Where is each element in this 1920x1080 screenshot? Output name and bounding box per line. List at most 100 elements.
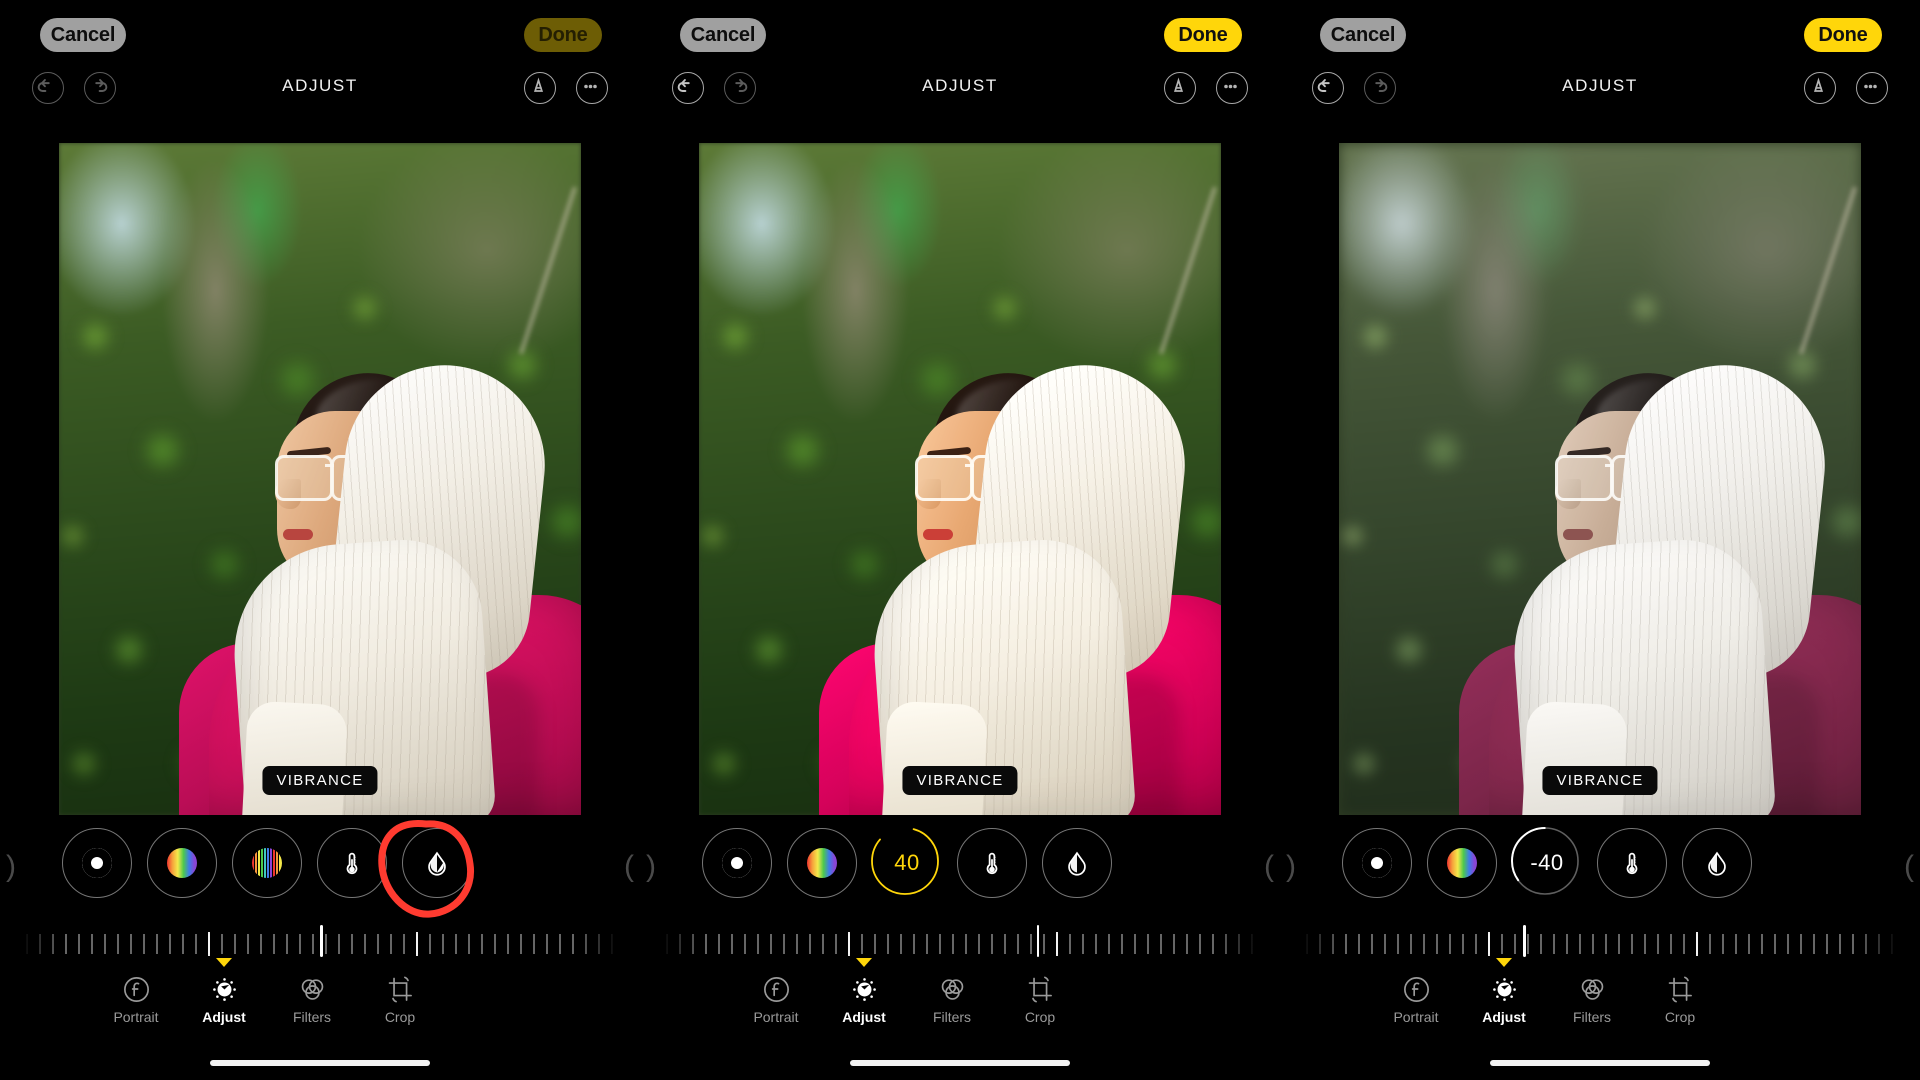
tab-label: Portrait: [113, 1009, 159, 1025]
top-bar: Cancel Done ADJUST: [640, 0, 1280, 112]
tab-adjust[interactable]: Adjust: [178, 958, 270, 1025]
tab-adjust[interactable]: Adjust: [1458, 958, 1550, 1025]
tool-tint[interactable]: [1042, 828, 1112, 898]
markup-pen-icon[interactable]: [1164, 72, 1196, 104]
cancel-button[interactable]: Cancel: [680, 18, 766, 52]
adjust-tool-row: ) 40 (: [640, 827, 1280, 914]
tab-portrait[interactable]: Portrait: [1370, 972, 1462, 1025]
tab-label: Portrait: [753, 1009, 799, 1025]
photo-subject: [59, 143, 581, 815]
tab-label: Adjust: [1482, 1009, 1526, 1025]
tab-label: Adjust: [842, 1009, 886, 1025]
top-bar: Cancel Done ADJUST: [0, 0, 640, 112]
value-slider-2[interactable]: [640, 924, 1280, 960]
tab-crop[interactable]: Crop: [994, 972, 1086, 1025]
tab-filters[interactable]: Filters: [266, 972, 358, 1025]
cancel-button[interactable]: Cancel: [1320, 18, 1406, 52]
markup-pen-icon[interactable]: [524, 72, 556, 104]
more-ellipsis-icon[interactable]: [1216, 72, 1248, 104]
adjust-dial-icon: [852, 977, 876, 1001]
adjust-dial-icon: [1492, 977, 1516, 1001]
tool-tint[interactable]: [402, 828, 472, 898]
active-tab-marker: [856, 958, 872, 967]
tab-portrait[interactable]: Portrait: [90, 972, 182, 1025]
tool-warmth[interactable]: [957, 828, 1027, 898]
tab-label: Crop: [1664, 1009, 1696, 1025]
slider-indicator[interactable]: [320, 925, 323, 957]
adjust-tool-row: ) -40 (: [1280, 827, 1920, 914]
brilliance-donut-icon: [1362, 848, 1392, 878]
done-button[interactable]: Done: [1804, 18, 1882, 52]
tint-droplet-icon: [1708, 851, 1726, 876]
done-button[interactable]: Done: [1164, 18, 1242, 52]
active-tab-marker: [216, 958, 232, 967]
tab-portrait[interactable]: Portrait: [730, 972, 822, 1025]
home-indicator: [210, 1060, 430, 1066]
tab-crop[interactable]: Crop: [1634, 972, 1726, 1025]
photo-subject: [1339, 143, 1861, 815]
home-indicator: [1490, 1060, 1710, 1066]
tab-crop[interactable]: Crop: [354, 972, 446, 1025]
tool-saturation[interactable]: [1427, 828, 1497, 898]
tab-label: Filters: [932, 1009, 972, 1025]
done-button[interactable]: Done: [524, 18, 602, 52]
slider-indicator[interactable]: [1036, 925, 1040, 957]
tab-filters[interactable]: Filters: [906, 972, 998, 1025]
photo-subject: [699, 143, 1221, 815]
tool-vibrance[interactable]: [232, 828, 302, 898]
photo-preview[interactable]: VIBRANCE: [699, 143, 1221, 815]
tool-saturation[interactable]: [787, 828, 857, 898]
adjustment-name-chip: VIBRANCE: [262, 766, 378, 795]
undo-arrow-icon[interactable]: [672, 72, 704, 104]
photo-editor-triptych: Cancel Done ADJUST VIBRANCE) (Portrait…: [0, 0, 1920, 1080]
redo-arrow-icon[interactable]: [724, 72, 756, 104]
tool-brilliance[interactable]: [1342, 828, 1412, 898]
tint-droplet-icon: [428, 851, 446, 876]
panel-2-vibrance-plus40: Cancel Done ADJUST VIBRANCE) 40 (Portr…: [640, 0, 1280, 1080]
adjust-tool-row: ) (: [0, 828, 640, 914]
saturation-gradient-icon: [807, 848, 837, 878]
saturation-gradient-icon: [1447, 848, 1477, 878]
markup-pen-icon[interactable]: [1804, 72, 1836, 104]
tool-warmth[interactable]: [1597, 828, 1667, 898]
photo-preview[interactable]: VIBRANCE: [59, 143, 581, 815]
tool-brilliance[interactable]: [702, 828, 772, 898]
home-indicator: [850, 1060, 1070, 1066]
slider-indicator[interactable]: [1523, 925, 1526, 957]
redo-arrow-icon[interactable]: [84, 72, 116, 104]
tab-label: Adjust: [202, 1009, 246, 1025]
cancel-button[interactable]: Cancel: [40, 18, 126, 52]
tab-label: Filters: [1572, 1009, 1612, 1025]
vibrance-stripes-icon: [252, 848, 282, 878]
warmth-thermometer-icon: [1626, 852, 1638, 875]
adjust-dial-icon: [212, 977, 236, 1001]
brilliance-donut-icon: [82, 848, 112, 878]
undo-arrow-icon[interactable]: [1312, 72, 1344, 104]
adjustment-name-chip: VIBRANCE: [902, 766, 1018, 795]
tool-brilliance[interactable]: [62, 828, 132, 898]
editor-tab-bar: Portrait Adjust Filters Crop: [1280, 958, 1920, 1044]
tab-filters[interactable]: Filters: [1546, 972, 1638, 1025]
photo-preview[interactable]: VIBRANCE: [1339, 143, 1861, 815]
tab-label: Crop: [1024, 1009, 1056, 1025]
panel-1-vibrance-default: Cancel Done ADJUST VIBRANCE) (Portrait…: [0, 0, 640, 1080]
value-slider-3[interactable]: [1280, 924, 1920, 960]
warmth-thermometer-icon: [346, 852, 358, 875]
tab-label: Filters: [292, 1009, 332, 1025]
tab-adjust[interactable]: Adjust: [818, 958, 910, 1025]
more-ellipsis-icon[interactable]: [1856, 72, 1888, 104]
tab-label: Crop: [384, 1009, 416, 1025]
saturation-gradient-icon: [167, 848, 197, 878]
tool-saturation[interactable]: [147, 828, 217, 898]
tool-tint[interactable]: [1682, 828, 1752, 898]
editor-tab-bar: Portrait Adjust Filters Crop: [0, 958, 640, 1044]
tool-vibrance[interactable]: -40: [1511, 827, 1582, 898]
adjustment-name-chip: VIBRANCE: [1542, 766, 1658, 795]
more-ellipsis-icon[interactable]: [576, 72, 608, 104]
tool-vibrance[interactable]: 40: [871, 827, 942, 898]
value-slider-1[interactable]: [0, 924, 640, 960]
tool-warmth[interactable]: [317, 828, 387, 898]
undo-arrow-icon[interactable]: [32, 72, 64, 104]
redo-arrow-icon[interactable]: [1364, 72, 1396, 104]
editor-tab-bar: Portrait Adjust Filters Crop: [640, 958, 1280, 1044]
